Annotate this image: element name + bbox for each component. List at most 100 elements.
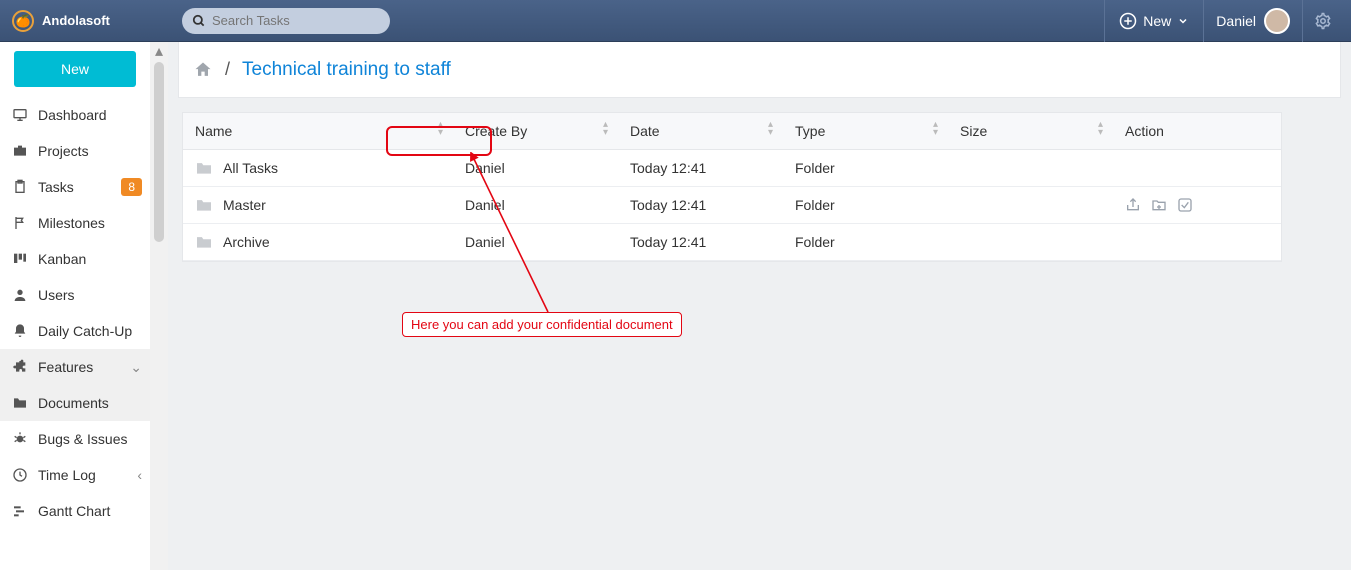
sidebar-item-tasks[interactable]: Tasks 8	[0, 169, 150, 205]
sidebar-new-button[interactable]: New	[14, 51, 136, 87]
add-folder-icon[interactable]	[1151, 197, 1167, 213]
folder-icon	[195, 235, 213, 249]
chevron-down-icon	[1177, 15, 1189, 27]
briefcase-icon	[12, 143, 28, 159]
annotation-text: Here you can add your confidential docum…	[402, 312, 682, 337]
column-header-name[interactable]: Name▴▾	[183, 113, 453, 150]
row-create: Daniel	[453, 150, 618, 187]
documents-table: Name▴▾ Create By▴▾ Date▴▾ Type▴▾ Size▴▾ …	[183, 113, 1281, 261]
content-area: / Technical training to staff Name▴▾ Cre…	[168, 42, 1351, 570]
row-size	[948, 150, 1113, 187]
sidebar-item-dashboard[interactable]: Dashboard	[0, 97, 150, 133]
folder-icon	[195, 198, 213, 212]
nav-badge: 8	[121, 178, 142, 196]
row-create: Daniel	[453, 224, 618, 261]
column-header-date[interactable]: Date▴▾	[618, 113, 783, 150]
sidebar-item-label: Tasks	[38, 179, 74, 195]
sidebar-item-label: Daily Catch-Up	[38, 323, 132, 339]
header-new-button[interactable]: New	[1105, 0, 1203, 42]
bell-icon	[12, 323, 28, 339]
sidebar-item-label: Gantt Chart	[38, 503, 110, 519]
folder-icon	[195, 161, 213, 175]
sidebar-item-time-log[interactable]: Time Log ‹	[0, 457, 150, 493]
sidebar-scrollbar[interactable]: ▴	[150, 42, 168, 570]
sidebar-item-label: Features	[38, 359, 93, 375]
search-box[interactable]	[182, 8, 390, 34]
sidebar-item-projects[interactable]: Projects	[0, 133, 150, 169]
table-row[interactable]: Master DanielToday 12:41Folder	[183, 187, 1281, 224]
breadcrumb: / Technical training to staff	[178, 42, 1341, 98]
scrollbar-thumb[interactable]	[154, 62, 164, 242]
plus-circle-icon	[1119, 12, 1137, 30]
share-icon[interactable]	[1125, 197, 1141, 213]
monitor-icon	[12, 107, 28, 123]
check-icon[interactable]	[1177, 197, 1193, 213]
sidebar-item-label: Projects	[38, 143, 89, 159]
sidebar-item-label: Documents	[38, 395, 109, 411]
column-header-create[interactable]: Create By▴▾	[453, 113, 618, 150]
clipboard-icon	[12, 179, 28, 195]
gantt-icon	[12, 503, 28, 519]
sidebar-item-bugs-issues[interactable]: Bugs & Issues	[0, 421, 150, 457]
bug-icon	[12, 431, 28, 447]
chevron-left-icon: ‹	[137, 467, 142, 483]
user-menu[interactable]: Daniel	[1204, 0, 1302, 42]
column-header-size[interactable]: Size▴▾	[948, 113, 1113, 150]
scrollbar-up-icon[interactable]: ▴	[150, 42, 168, 60]
chevron-down-icon: ⌄	[130, 359, 142, 376]
sidebar-item-users[interactable]: Users	[0, 277, 150, 313]
search-icon	[192, 14, 206, 28]
row-actions	[1125, 197, 1269, 213]
sidebar-item-label: Milestones	[38, 215, 105, 231]
top-right: New Daniel	[1104, 0, 1343, 42]
sidebar-item-daily-catch-up[interactable]: Daily Catch-Up	[0, 313, 150, 349]
brand-logo-icon: 🍊	[12, 10, 34, 32]
brand-area: 🍊 Andolasoft	[0, 10, 178, 32]
user-name: Daniel	[1216, 13, 1256, 29]
breadcrumb-separator: /	[225, 59, 230, 80]
table-row[interactable]: Archive DanielToday 12:41Folder	[183, 224, 1281, 261]
row-size	[948, 187, 1113, 224]
milestone-icon	[12, 215, 28, 231]
sidebar-item-features[interactable]: Features ⌄	[0, 349, 150, 385]
row-date: Today 12:41	[618, 150, 783, 187]
sidebar-item-label: Users	[38, 287, 75, 303]
row-name: Master	[223, 197, 266, 213]
folder-icon	[12, 395, 28, 411]
user-icon	[12, 287, 28, 303]
row-create: Daniel	[453, 187, 618, 224]
settings-button[interactable]	[1303, 0, 1343, 42]
puzzle-icon	[12, 359, 28, 375]
row-size	[948, 224, 1113, 261]
sidebar-item-label: Kanban	[38, 251, 86, 267]
sidebar: New Dashboard Projects Tasks 8 Milestones Kan…	[0, 42, 150, 570]
row-type: Folder	[783, 150, 948, 187]
kanban-icon	[12, 251, 28, 267]
top-bar: 🍊 Andolasoft New Daniel	[0, 0, 1351, 42]
documents-panel: Name▴▾ Create By▴▾ Date▴▾ Type▴▾ Size▴▾ …	[182, 112, 1282, 262]
sidebar-item-documents[interactable]: Documents	[0, 385, 150, 421]
column-header-action: Action	[1113, 113, 1281, 150]
row-date: Today 12:41	[618, 224, 783, 261]
column-header-type[interactable]: Type▴▾	[783, 113, 948, 150]
sidebar-item-gantt-chart[interactable]: Gantt Chart	[0, 493, 150, 529]
clock-icon	[12, 467, 28, 483]
sidebar-item-label: Bugs & Issues	[38, 431, 128, 447]
row-type: Folder	[783, 187, 948, 224]
gear-icon	[1314, 12, 1332, 30]
header-new-label: New	[1143, 13, 1171, 29]
home-icon[interactable]	[193, 60, 213, 80]
sidebar-item-milestones[interactable]: Milestones	[0, 205, 150, 241]
sidebar-item-label: Dashboard	[38, 107, 107, 123]
row-name: All Tasks	[223, 160, 278, 176]
row-type: Folder	[783, 224, 948, 261]
row-name: Archive	[223, 234, 270, 250]
table-row[interactable]: All Tasks DanielToday 12:41Folder	[183, 150, 1281, 187]
sidebar-item-label: Time Log	[38, 467, 96, 483]
sidebar-item-kanban[interactable]: Kanban	[0, 241, 150, 277]
breadcrumb-current[interactable]: Technical training to staff	[242, 59, 451, 81]
row-date: Today 12:41	[618, 187, 783, 224]
avatar	[1264, 8, 1290, 34]
brand-name: Andolasoft	[42, 13, 110, 28]
search-input[interactable]	[212, 13, 388, 28]
